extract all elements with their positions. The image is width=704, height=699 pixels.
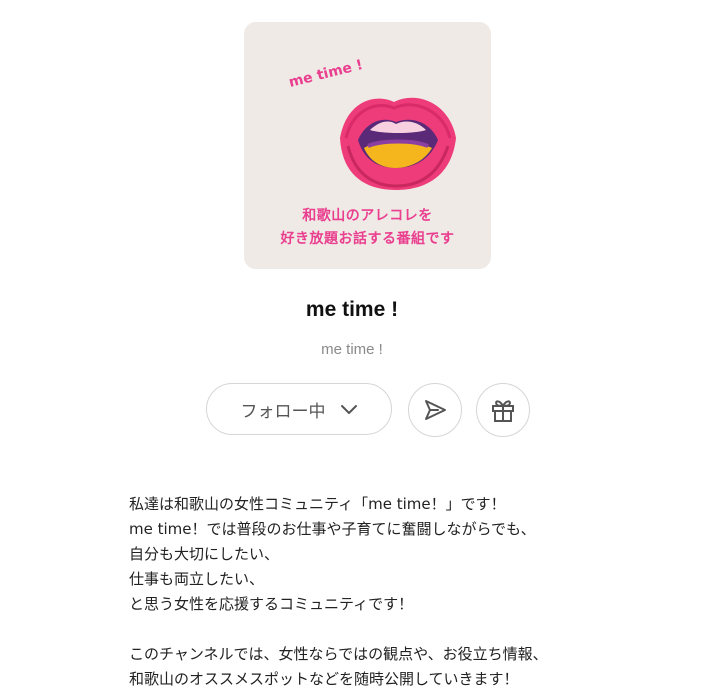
description-line: 仕事も両立したい、	[129, 570, 265, 588]
channel-page: me time ! 和歌山のアレコレを 好き放題お話する番組です me time…	[0, 0, 704, 699]
chevron-down-icon	[340, 405, 357, 414]
description-line: 和歌山のオススメスポットなどを随時公開していきます！	[129, 670, 519, 688]
channel-description: 私達は和歌山の女性コミュニティ「me time！」です！ me time！では普…	[129, 492, 689, 692]
channel-title: me time !	[305, 298, 399, 321]
description-line: 私達は和歌山の女性コミュニティ「me time！」です！	[129, 495, 506, 513]
gift-button[interactable]	[476, 383, 530, 437]
description-line: このチャンネルでは、女性ならではの観点や、お役立ち情報、	[129, 645, 548, 663]
cover-caption-line2: 好き放題お話する番組です	[280, 231, 455, 247]
description-line: me time！では普段のお仕事や子育てに奮闘しながらでも、	[129, 520, 536, 538]
channel-cover-art: me time ! 和歌山のアレコレを 好き放題お話する番組です	[244, 22, 491, 269]
description-line: と思う女性を応援するコミュニティです！	[129, 595, 414, 613]
channel-subtitle[interactable]: me time !	[0, 341, 704, 358]
cover-caption-line1: 和歌山のアレコレを	[302, 208, 433, 224]
lips-illustration	[340, 97, 456, 190]
description-line: 自分も大切にしたい、	[129, 545, 280, 563]
follow-button[interactable]: フォロー中	[206, 383, 392, 435]
gift-icon	[492, 400, 514, 422]
send-icon	[425, 400, 446, 420]
follow-label: フォロー中	[240, 401, 326, 422]
share-button[interactable]	[408, 383, 462, 437]
